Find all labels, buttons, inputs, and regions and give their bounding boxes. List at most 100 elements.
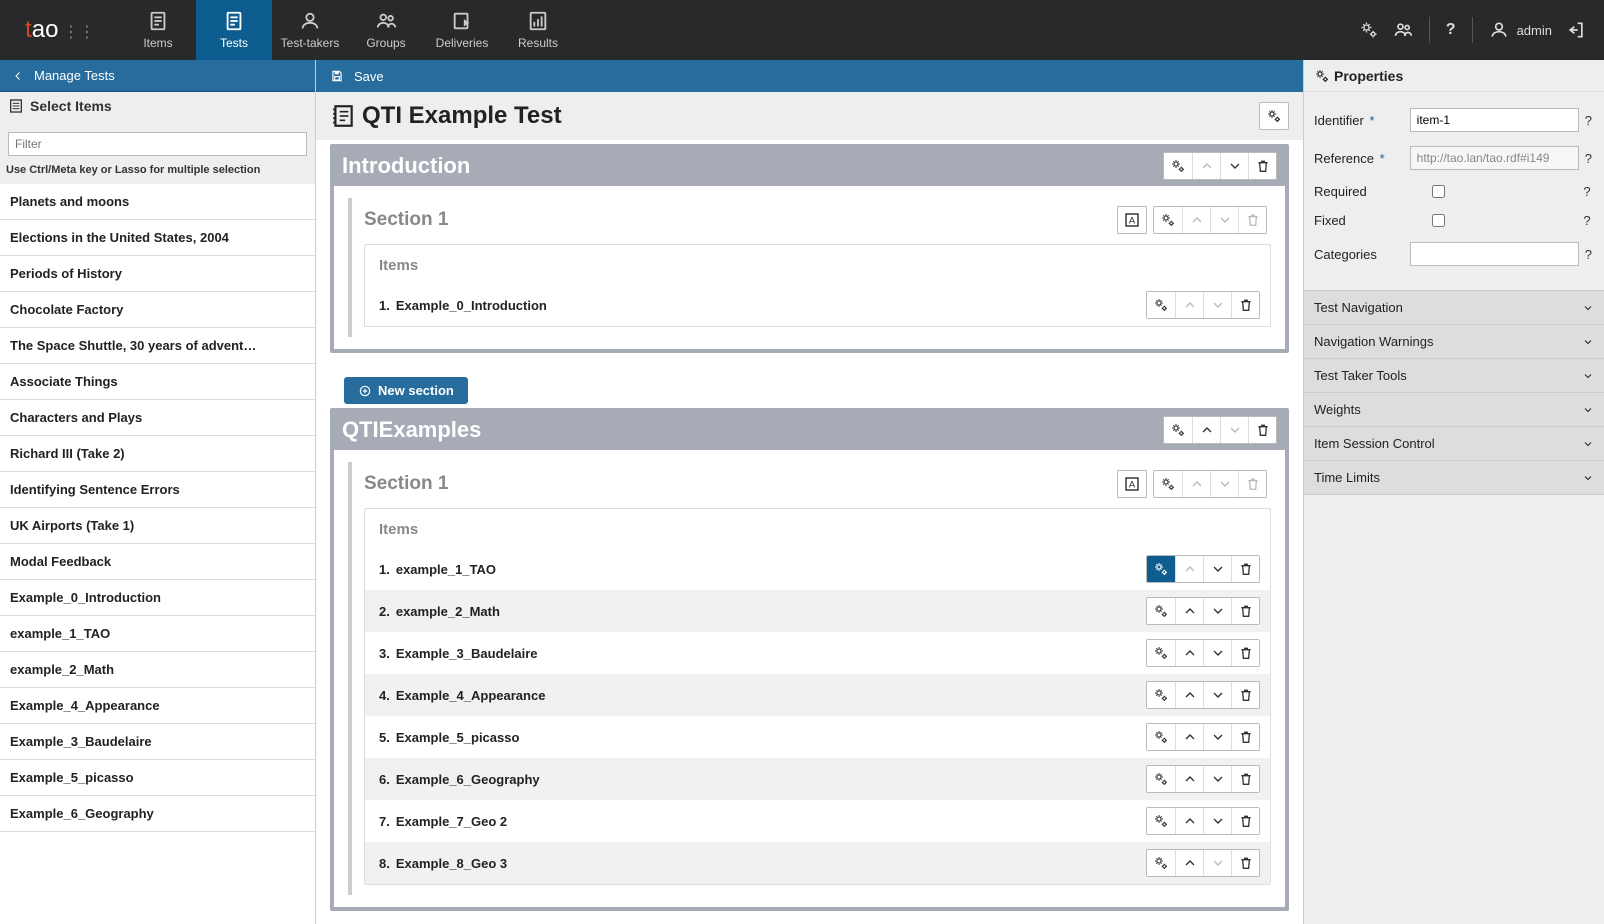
item-example-3-baudelaire[interactable]: Example_3_Baudelaire	[0, 724, 315, 760]
categories-help[interactable]: ?	[1583, 247, 1594, 262]
item-delete-button[interactable]	[1231, 682, 1259, 708]
test-properties-button[interactable]	[1259, 102, 1289, 130]
item-movedown-button[interactable]	[1203, 808, 1231, 834]
item-moveup-button[interactable]	[1175, 724, 1203, 750]
item-example-4-appearance[interactable]: Example_4_Appearance	[0, 688, 315, 724]
item-example-0-introduction[interactable]: Example_0_Introduction	[0, 580, 315, 616]
item-planets-and-moons[interactable]: Planets and moons	[0, 184, 315, 220]
nav-items[interactable]: Items	[120, 0, 196, 60]
accordion-test-navigation[interactable]: Test Navigation	[1304, 291, 1604, 325]
item-movedown-button[interactable]	[1203, 556, 1231, 582]
part-properties-button[interactable]	[1164, 417, 1192, 443]
accordion-item-session-control[interactable]: Item Session Control	[1304, 427, 1604, 461]
section-moveup-button[interactable]	[1182, 207, 1210, 233]
part-moveup-button[interactable]	[1192, 417, 1220, 443]
item-example-5-picasso[interactable]: Example_5_picasso	[0, 760, 315, 796]
item-properties-button[interactable]	[1147, 724, 1175, 750]
item-delete-button[interactable]	[1231, 724, 1259, 750]
accordion-time-limits[interactable]: Time Limits	[1304, 461, 1604, 495]
manage-tests-back[interactable]: Manage Tests	[0, 60, 315, 92]
item-delete-button[interactable]	[1231, 850, 1259, 876]
accordion-weights[interactable]: Weights	[1304, 393, 1604, 427]
item-movedown-button[interactable]	[1203, 292, 1231, 318]
item-richard-iii-take-2-[interactable]: Richard III (Take 2)	[0, 436, 315, 472]
identifier-help[interactable]: ?	[1583, 113, 1594, 128]
item-properties-button[interactable]	[1147, 808, 1175, 834]
item-moveup-button[interactable]	[1175, 850, 1203, 876]
required-help[interactable]: ?	[1580, 184, 1594, 199]
user-menu[interactable]: admin	[1489, 20, 1552, 40]
item-moveup-button[interactable]	[1175, 640, 1203, 666]
item-properties-button[interactable]	[1147, 640, 1175, 666]
logo[interactable]: tao ⋮⋮	[0, 0, 120, 60]
item-properties-button[interactable]	[1147, 292, 1175, 318]
item-example-1-tao[interactable]: example_1_TAO	[0, 616, 315, 652]
item-movedown-button[interactable]	[1203, 850, 1231, 876]
save-button[interactable]: Save	[316, 60, 1303, 92]
item-example-2-math[interactable]: example_2_Math	[0, 652, 315, 688]
item-movedown-button[interactable]	[1203, 724, 1231, 750]
nav-test-takers[interactable]: Test-takers	[272, 0, 348, 60]
item-characters-and-plays[interactable]: Characters and Plays	[0, 400, 315, 436]
item-example-6-geography[interactable]: Example_6_Geography	[0, 796, 315, 832]
fixed-checkbox[interactable]	[1432, 214, 1445, 227]
filter-input[interactable]	[8, 132, 307, 156]
item-moveup-button[interactable]	[1175, 598, 1203, 624]
part-movedown-button[interactable]	[1220, 417, 1248, 443]
accordion-navigation-warnings[interactable]: Navigation Warnings	[1304, 325, 1604, 359]
item-the-space-shuttle-30-years-of-[interactable]: The Space Shuttle, 30 years of advent…	[0, 328, 315, 364]
nav-tests[interactable]: Tests	[196, 0, 272, 60]
part-delete-button[interactable]	[1248, 153, 1276, 179]
item-moveup-button[interactable]	[1175, 292, 1203, 318]
section-movedown-button[interactable]	[1210, 471, 1238, 497]
section-delete-button[interactable]	[1238, 471, 1266, 497]
section-moveup-button[interactable]	[1182, 471, 1210, 497]
item-chocolate-factory[interactable]: Chocolate Factory	[0, 292, 315, 328]
item-properties-button[interactable]	[1147, 682, 1175, 708]
nav-results[interactable]: Results	[500, 0, 576, 60]
users-admin-icon[interactable]	[1393, 20, 1413, 40]
item-delete-button[interactable]	[1231, 292, 1259, 318]
part-moveup-button[interactable]	[1192, 153, 1220, 179]
nav-groups[interactable]: Groups	[348, 0, 424, 60]
item-movedown-button[interactable]	[1203, 682, 1231, 708]
item-delete-button[interactable]	[1231, 640, 1259, 666]
section-rubric-button[interactable]	[1117, 470, 1147, 498]
new-section-button[interactable]: New section	[344, 377, 468, 404]
required-checkbox[interactable]	[1432, 185, 1445, 198]
item-delete-button[interactable]	[1231, 598, 1259, 624]
item-moveup-button[interactable]	[1175, 808, 1203, 834]
logout-icon[interactable]	[1566, 20, 1586, 40]
item-moveup-button[interactable]	[1175, 766, 1203, 792]
part-movedown-button[interactable]	[1220, 153, 1248, 179]
item-properties-button[interactable]	[1147, 556, 1175, 582]
item-elections-in-the-united-states[interactable]: Elections in the United States, 2004	[0, 220, 315, 256]
item-delete-button[interactable]	[1231, 766, 1259, 792]
identifier-input[interactable]	[1410, 108, 1579, 132]
item-uk-airports-take-1-[interactable]: UK Airports (Take 1)	[0, 508, 315, 544]
item-properties-button[interactable]	[1147, 598, 1175, 624]
accordion-test-taker-tools[interactable]: Test Taker Tools	[1304, 359, 1604, 393]
nav-deliveries[interactable]: Deliveries	[424, 0, 500, 60]
item-moveup-button[interactable]	[1175, 556, 1203, 582]
section-properties-button[interactable]	[1154, 471, 1182, 497]
item-movedown-button[interactable]	[1203, 640, 1231, 666]
item-movedown-button[interactable]	[1203, 598, 1231, 624]
fixed-help[interactable]: ?	[1580, 213, 1594, 228]
item-moveup-button[interactable]	[1175, 682, 1203, 708]
item-movedown-button[interactable]	[1203, 766, 1231, 792]
item-identifying-sentence-errors[interactable]: Identifying Sentence Errors	[0, 472, 315, 508]
settings-icon[interactable]	[1359, 20, 1379, 40]
item-periods-of-history[interactable]: Periods of History	[0, 256, 315, 292]
part-properties-button[interactable]	[1164, 153, 1192, 179]
item-properties-button[interactable]	[1147, 766, 1175, 792]
item-delete-button[interactable]	[1231, 808, 1259, 834]
section-delete-button[interactable]	[1238, 207, 1266, 233]
reference-help[interactable]: ?	[1583, 151, 1594, 166]
section-properties-button[interactable]	[1154, 207, 1182, 233]
part-delete-button[interactable]	[1248, 417, 1276, 443]
section-rubric-button[interactable]	[1117, 206, 1147, 234]
section-movedown-button[interactable]	[1210, 207, 1238, 233]
item-modal-feedback[interactable]: Modal Feedback	[0, 544, 315, 580]
item-delete-button[interactable]	[1231, 556, 1259, 582]
